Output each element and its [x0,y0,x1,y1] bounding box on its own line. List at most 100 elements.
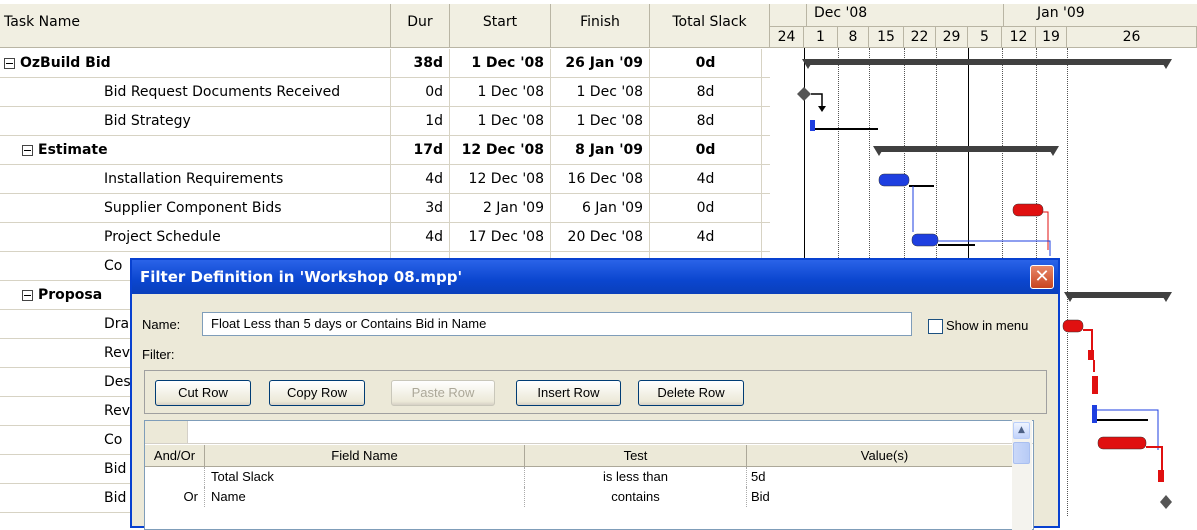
grid-header-and-or[interactable]: And/Or [145,445,205,467]
finish-cell[interactable]: 26 Jan '09 [551,49,650,77]
total-slack-cell[interactable]: 0d [650,194,762,222]
grid-header-values[interactable]: Value(s) [747,445,1023,467]
grid-cell-and-or[interactable] [145,467,205,487]
col-header-task-name[interactable]: Task Name [0,4,391,48]
col-header-label: Start [482,14,518,30]
summary-bar-proposal[interactable] [1070,292,1166,298]
grid-cell-field-name[interactable]: Name [205,487,525,507]
finish-cell[interactable]: 6 Jan '09 [551,194,650,222]
show-in-menu-checkbox[interactable] [928,319,943,334]
task-bar-co[interactable] [1097,436,1147,450]
grid-cell-values[interactable]: 5d [747,467,1023,487]
grid-cell-and-or[interactable]: Or [145,487,205,507]
finish-cell[interactable]: 1 Dec '08 [551,78,650,106]
total-slack-cell[interactable]: 0d [650,49,762,77]
task-name-cell[interactable]: Bid Strategy [0,107,391,135]
collapse-icon[interactable] [4,57,15,69]
start-cell[interactable]: 2 Jan '09 [450,194,551,222]
row-button-bar: Cut Row Copy Row Paste Row Insert Row De… [144,370,1047,414]
duration-cell[interactable]: 1d [391,107,450,135]
start-cell[interactable]: 1 Dec '08 [450,107,551,135]
task-name-cell[interactable]: Supplier Component Bids [0,194,391,222]
grid-cell-values[interactable]: Bid [747,487,1023,507]
scroll-thumb[interactable] [1013,442,1030,464]
start-cell[interactable]: 1 Dec '08 [450,78,551,106]
task-bar-draft[interactable] [1062,319,1084,333]
total-slack-cell[interactable]: 0d [650,136,762,164]
grid-edit-bar[interactable] [145,421,1033,444]
copy-row-button[interactable]: Copy Row [269,380,365,406]
delete-row-button[interactable]: Delete Row [638,380,744,406]
duration-cell[interactable]: 38d [391,49,450,77]
task-row[interactable]: Supplier Component Bids 3d 2 Jan '09 6 Jan … [0,194,770,223]
link-arrow[interactable] [1146,446,1163,470]
scroll-up-arrow-icon[interactable]: ▲ [1013,422,1030,439]
link-arrow[interactable] [1083,329,1093,350]
filter-name-input[interactable]: Float Less than 5 days or Contains Bid i… [202,312,912,336]
grid-header-test[interactable]: Test [525,445,747,467]
task-name-cell[interactable]: Estimate [0,136,391,164]
finish-cell[interactable]: 1 Dec '08 [551,107,650,135]
task-bar-review-2[interactable] [1092,405,1097,423]
total-slack-cell[interactable]: 8d [650,107,762,135]
task-row[interactable]: Installation Requirements 4d 12 Dec '08 16 … [0,165,770,194]
duration-cell[interactable]: 4d [391,165,450,193]
task-row[interactable]: OzBuild Bid 38d 1 Dec '08 26 Jan '09 0d [0,49,770,78]
milestone-bid-request[interactable] [797,87,811,101]
summary-bar-estimate[interactable] [879,146,1053,152]
col-header-total-slack[interactable]: Total Slack [650,4,770,48]
grid-cell-field-name[interactable]: Total Slack [205,467,525,487]
link-arrow[interactable] [811,93,823,108]
collapse-icon[interactable] [22,144,33,156]
grid-cell-test[interactable]: contains [525,487,747,507]
milestone-bid[interactable] [1160,495,1172,509]
start-cell[interactable]: 12 Dec '08 [450,165,551,193]
finish-cell[interactable]: 8 Jan '09 [551,136,650,164]
task-row[interactable]: Estimate 17d 12 Dec '08 8 Jan '09 0d [0,136,770,165]
dialog-titlebar[interactable]: Filter Definition in 'Workshop 08.mpp' ✕ [132,260,1058,294]
cut-row-button[interactable]: Cut Row [155,380,251,406]
col-header-duration[interactable]: Dur [391,4,450,48]
task-bar-bid[interactable] [1158,470,1164,482]
duration-cell[interactable]: 0d [391,78,450,106]
task-name-cell[interactable]: Installation Requirements [0,165,391,193]
link-arrow-head[interactable] [818,106,826,112]
collapse-icon[interactable] [22,289,33,301]
finish-cell[interactable]: 20 Dec '08 [551,223,650,251]
task-bar-project-schedule[interactable] [911,233,939,247]
grid-vertical-scrollbar[interactable]: ▲ [1012,420,1032,530]
insert-row-button[interactable]: Insert Row [516,380,621,406]
finish-cell[interactable]: 16 Dec '08 [551,165,650,193]
total-slack-cell[interactable]: 8d [650,78,762,106]
task-row[interactable]: Bid Strategy 1d 1 Dec '08 1 Dec '08 8d [0,107,770,136]
task-name-cell[interactable]: OzBuild Bid [0,49,391,77]
grid-cell-test[interactable]: is less than [525,467,747,487]
start-cell[interactable]: 17 Dec '08 [450,223,551,251]
task-name-cell[interactable]: Project Schedule [0,223,391,251]
start-cell[interactable]: 1 Dec '08 [450,49,551,77]
total-slack-cell[interactable]: 4d [650,223,762,251]
col-header-label: Task Name [4,14,80,30]
summary-bar-ozbuild-bid[interactable] [808,59,1166,65]
task-name-cell[interactable]: Bid Request Documents Received [0,78,391,106]
link-arrow[interactable] [1043,211,1049,250]
close-button[interactable]: ✕ [1030,265,1054,289]
task-bar-review[interactable] [1088,350,1094,360]
total-slack-cell[interactable]: 4d [650,165,762,193]
task-row[interactable]: Bid Request Documents Received 0d 1 Dec '0… [0,78,770,107]
task-bar-supplier-component-bids[interactable] [1012,203,1044,217]
task-row[interactable]: Project Schedule 4d 17 Dec '08 20 Dec '08 4d [0,223,770,252]
task-bar-design[interactable] [1092,376,1098,394]
col-header-label: Finish [580,14,620,30]
grid-header-field-name[interactable]: Field Name [205,445,525,467]
col-header-start[interactable]: Start [450,4,551,48]
duration-cell[interactable]: 4d [391,223,450,251]
start-cell[interactable]: 12 Dec '08 [450,136,551,164]
col-header-finish[interactable]: Finish [551,4,650,48]
duration-cell[interactable]: 3d [391,194,450,222]
task-bar-bid-strategy[interactable] [810,120,815,131]
task-bar-installation-requirements[interactable] [878,173,910,187]
duration-cell[interactable]: 17d [391,136,450,164]
link-arrow[interactable] [938,240,1051,256]
paste-row-button[interactable]: Paste Row [391,380,495,406]
